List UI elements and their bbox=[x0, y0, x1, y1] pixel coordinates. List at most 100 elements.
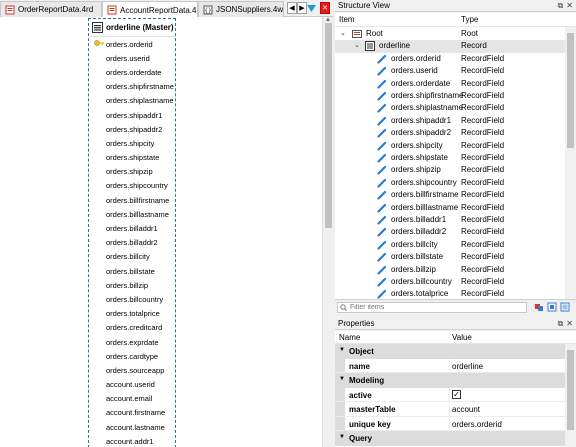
entity-field[interactable]: account.lastname bbox=[89, 420, 175, 434]
property-row[interactable]: active ✓ bbox=[335, 387, 565, 402]
tree-row[interactable]: orders.shipaddr2 RecordField bbox=[335, 127, 565, 139]
entity-field[interactable]: orders.billfirstname bbox=[89, 193, 175, 207]
tree-row[interactable]: orders.shipaddr1 RecordField bbox=[335, 115, 565, 127]
tree-row[interactable]: orders.billfirstname RecordField bbox=[335, 189, 565, 201]
tree-row[interactable]: orders.totalprice RecordField bbox=[335, 288, 565, 299]
property-value[interactable]: orderline bbox=[452, 362, 483, 371]
entity-field[interactable]: orders.shipstate bbox=[89, 151, 175, 165]
tree-row[interactable]: orders.billzip RecordField bbox=[335, 264, 565, 276]
properties-grid[interactable]: ▼ Object name orderline ▼ Modeling active ✓ mast… bbox=[335, 344, 565, 447]
entity-field[interactable]: orders.orderdate bbox=[89, 65, 175, 79]
structure-vertical-scrollbar[interactable] bbox=[565, 27, 576, 299]
tab-jsonsuppliers[interactable]: {} JSONSuppliers.4wsj bbox=[198, 1, 284, 17]
close-panel-icon[interactable]: ✕ bbox=[566, 1, 573, 11]
entity-field[interactable]: orders.shipfirstname bbox=[89, 80, 175, 94]
property-row[interactable]: masterTable account bbox=[335, 402, 565, 417]
tree-row[interactable]: orders.shipcountry RecordField bbox=[335, 177, 565, 189]
entity-field[interactable]: orders.shipzip bbox=[89, 165, 175, 179]
structure-tree[interactable]: ⌄ Root Root ⌄ orderline Record orders.orderid R… bbox=[335, 27, 565, 299]
tree-row[interactable]: orders.shiplastname RecordField bbox=[335, 102, 565, 114]
entity-field[interactable]: orders.shipaddr1 bbox=[89, 108, 175, 122]
property-category[interactable]: ▼ Modeling bbox=[335, 373, 565, 388]
canvas-vertical-scrollbar[interactable]: ▲ bbox=[322, 17, 333, 447]
tree-row[interactable]: orders.shipfirstname RecordField bbox=[335, 90, 565, 102]
entity-field[interactable]: orders.exprdate bbox=[89, 335, 175, 349]
float-panel-icon[interactable]: ⧉ bbox=[558, 1, 564, 11]
close-panel-icon[interactable]: ✕ bbox=[566, 319, 573, 329]
entity-field[interactable]: orders.userid bbox=[89, 51, 175, 65]
entity-field[interactable]: orders.billcity bbox=[89, 250, 175, 264]
record-field-icon bbox=[377, 178, 387, 188]
entity-field[interactable]: account.addr1 bbox=[89, 434, 175, 447]
tree-row[interactable]: orders.billcountry RecordField bbox=[335, 276, 565, 288]
property-row[interactable]: name orderline bbox=[335, 358, 565, 373]
entity-field[interactable]: orders.shipcity bbox=[89, 136, 175, 150]
column-header-type[interactable]: Type bbox=[461, 15, 478, 24]
tree-row[interactable]: orders.shipzip RecordField bbox=[335, 164, 565, 176]
json-icon: {} bbox=[203, 5, 213, 14]
entity-field[interactable]: orders.billaddr1 bbox=[89, 221, 175, 235]
float-panel-icon[interactable]: ⧉ bbox=[558, 319, 564, 329]
entity-field[interactable]: orders.totalprice bbox=[89, 307, 175, 321]
entity-field[interactable]: orders.sourceapp bbox=[89, 363, 175, 377]
entity-field[interactable]: orders.billzip bbox=[89, 278, 175, 292]
tree-row[interactable]: orders.billaddr2 RecordField bbox=[335, 226, 565, 238]
collapse-icon[interactable]: ▼ bbox=[339, 376, 345, 382]
entity-field[interactable]: orders.shiplastname bbox=[89, 94, 175, 108]
tree-row[interactable]: orders.shipstate RecordField bbox=[335, 152, 565, 164]
scrollbar-thumb[interactable] bbox=[567, 33, 574, 148]
design-canvas[interactable]: orderline (Master) orders.orderid orders.… bbox=[0, 17, 322, 447]
tree-row[interactable]: orders.orderdate RecordField bbox=[335, 78, 565, 90]
tree-row[interactable]: orders.billcity RecordField bbox=[335, 239, 565, 251]
entity-field[interactable]: account.email bbox=[89, 392, 175, 406]
properties-vertical-scrollbar[interactable] bbox=[565, 344, 576, 447]
entity-box-orderline[interactable]: orderline (Master) orders.orderid orders.… bbox=[88, 18, 176, 447]
entity-header[interactable]: orderline (Master) bbox=[89, 19, 175, 37]
sync-selection-icon[interactable] bbox=[560, 302, 570, 312]
entity-field[interactable]: orders.billcountry bbox=[89, 292, 175, 306]
collapse-icon[interactable]: ⌄ bbox=[340, 29, 346, 37]
close-document-button[interactable]: ✕ bbox=[320, 2, 330, 14]
scrollbar-thumb[interactable] bbox=[325, 23, 332, 228]
tree-row[interactable]: orders.userid RecordField bbox=[335, 65, 565, 77]
tree-row[interactable]: orders.shipcity RecordField bbox=[335, 140, 565, 152]
filter-items-input[interactable] bbox=[337, 302, 527, 313]
entity-field[interactable]: account.firstname bbox=[89, 406, 175, 420]
column-header-value[interactable]: Value bbox=[452, 333, 472, 342]
entity-field[interactable]: orders.cardtype bbox=[89, 349, 175, 363]
tree-row[interactable]: orders.billaddr1 RecordField bbox=[335, 214, 565, 226]
tab-orderreportdata[interactable]: OrderReportData.4rd bbox=[0, 1, 102, 17]
collapse-icon[interactable]: ⌄ bbox=[354, 41, 360, 49]
tree-row[interactable]: orders.orderid RecordField bbox=[335, 53, 565, 65]
entity-field[interactable]: orders.creditcard bbox=[89, 321, 175, 335]
entity-field[interactable]: orders.orderid bbox=[89, 37, 175, 51]
collapse-icon[interactable]: ▼ bbox=[339, 434, 345, 440]
scrollbar-thumb[interactable] bbox=[567, 350, 574, 430]
entity-field[interactable]: orders.billlastname bbox=[89, 207, 175, 221]
column-header-item[interactable]: Item bbox=[339, 15, 355, 24]
tree-row[interactable]: orders.billstate RecordField bbox=[335, 251, 565, 263]
record-icon bbox=[365, 41, 375, 52]
entity-field[interactable]: orders.shipaddr2 bbox=[89, 122, 175, 136]
expand-all-icon[interactable] bbox=[547, 302, 557, 312]
entity-field[interactable]: orders.billaddr2 bbox=[89, 236, 175, 250]
property-value[interactable]: orders.orderid bbox=[452, 420, 502, 429]
entity-field-label: orders.orderid bbox=[106, 39, 153, 49]
tab-accountreportdata[interactable]: AccountReportData.4rd * bbox=[102, 1, 198, 18]
scroll-tabs-left-button[interactable]: ◀ bbox=[287, 2, 297, 14]
property-category[interactable]: ▼ Object bbox=[335, 344, 565, 359]
tree-row[interactable]: ⌄ orderline Record bbox=[335, 40, 565, 53]
active-checkbox[interactable]: ✓ bbox=[452, 389, 461, 399]
entity-field[interactable]: orders.billstate bbox=[89, 264, 175, 278]
column-header-name[interactable]: Name bbox=[339, 333, 360, 342]
entity-field[interactable]: account.userid bbox=[89, 378, 175, 392]
collapse-all-icon[interactable] bbox=[534, 302, 544, 312]
tree-row[interactable]: orders.billlastname RecordField bbox=[335, 202, 565, 214]
collapse-icon[interactable]: ▼ bbox=[339, 347, 345, 353]
entity-field[interactable]: orders.shipcountry bbox=[89, 179, 175, 193]
property-value[interactable]: account bbox=[452, 405, 480, 414]
property-row[interactable]: unique key orders.orderid bbox=[335, 416, 565, 431]
tab-list-dropdown-button[interactable] bbox=[306, 2, 316, 14]
property-category[interactable]: ▼ Query bbox=[335, 431, 565, 446]
tree-row[interactable]: ⌄ Root Root bbox=[335, 28, 565, 40]
